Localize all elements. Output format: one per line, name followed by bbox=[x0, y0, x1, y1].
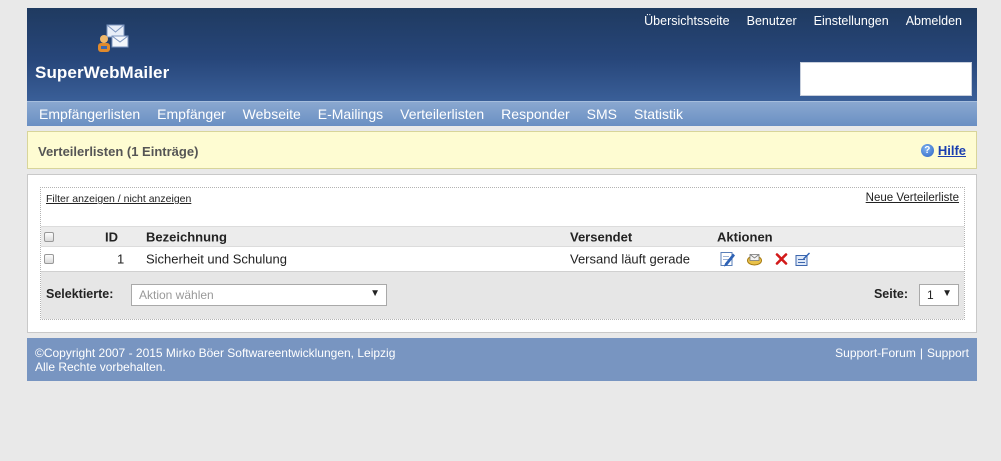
nav-recipient-lists[interactable]: Empfängerlisten bbox=[39, 106, 140, 122]
header-sent: Versendet bbox=[570, 229, 633, 244]
main-navigation: Empfängerlisten Empfänger Webseite E-Mai… bbox=[27, 101, 977, 126]
nav-emailings[interactable]: E-Mailings bbox=[318, 106, 383, 122]
table-header: ID Bezeichnung Versendet Aktionen bbox=[41, 226, 964, 247]
list-container: Filter anzeigen / nicht anzeigen Neue Ve… bbox=[40, 187, 965, 320]
copyright-text: ©Copyright 2007 - 2015 Mirko Böer Softwa… bbox=[35, 346, 396, 360]
app: Übersichtsseite Benutzer Einstellungen A… bbox=[27, 8, 977, 381]
table-footer: Selektierte: Aktion wählen ▼ Seite: 1 ▼ bbox=[41, 271, 964, 319]
help-icon[interactable]: ? bbox=[920, 144, 934, 157]
header-actions: Aktionen bbox=[717, 229, 773, 244]
help-area: ? Hilfe bbox=[920, 143, 966, 158]
bulk-action-placeholder: Aktion wählen bbox=[139, 288, 214, 302]
toggle-filter-link[interactable]: Filter anzeigen / nicht anzeigen bbox=[46, 193, 191, 205]
row-id: 1 bbox=[117, 251, 125, 267]
page-title-bar: Verteilerlisten (1 Einträge) ? Hilfe bbox=[27, 131, 977, 169]
support-link[interactable]: Support bbox=[927, 346, 969, 360]
page-title: Verteilerlisten (1 Einträge) bbox=[38, 144, 199, 159]
chevron-down-icon: ▼ bbox=[370, 288, 380, 299]
chevron-down-icon: ▼ bbox=[942, 288, 952, 299]
page-select[interactable]: 1 ▼ bbox=[919, 284, 959, 306]
topnav-settings-link[interactable]: Einstellungen bbox=[814, 14, 889, 28]
nav-distribution-lists[interactable]: Verteilerlisten bbox=[400, 106, 484, 122]
header-id: ID bbox=[105, 229, 118, 244]
mailer-logo-icon bbox=[98, 24, 129, 52]
row-actions bbox=[719, 251, 811, 268]
nav-recipients[interactable]: Empfänger bbox=[157, 106, 225, 122]
bulk-action-select[interactable]: Aktion wählen ▼ bbox=[131, 284, 387, 306]
page-label: Seite: bbox=[873, 287, 908, 301]
send-mail-icon[interactable] bbox=[746, 251, 763, 268]
support-separator: | bbox=[919, 346, 923, 360]
top-navigation: Übersichtsseite Benutzer Einstellungen A… bbox=[627, 14, 962, 28]
selected-label: Selektierte: bbox=[46, 287, 114, 301]
footer: ©Copyright 2007 - 2015 Mirko Böer Softwa… bbox=[27, 338, 977, 381]
row-name: Sicherheit und Schulung bbox=[146, 251, 287, 267]
header-search-box[interactable] bbox=[800, 62, 972, 96]
delete-icon[interactable] bbox=[773, 251, 790, 268]
content-panel: Filter anzeigen / nicht anzeigen Neue Ve… bbox=[27, 174, 977, 333]
topnav-users-link[interactable]: Benutzer bbox=[747, 14, 797, 28]
edit-icon[interactable] bbox=[719, 251, 736, 268]
nav-sms[interactable]: SMS bbox=[587, 106, 617, 122]
rights-text: Alle Rechte vorbehalten. bbox=[35, 360, 166, 374]
properties-icon[interactable] bbox=[794, 251, 811, 268]
topnav-logout-link[interactable]: Abmelden bbox=[906, 14, 962, 28]
header-name: Bezeichnung bbox=[146, 229, 227, 244]
nav-website[interactable]: Webseite bbox=[243, 106, 301, 122]
brand-title: SuperWebMailer bbox=[35, 63, 170, 82]
select-all-checkbox[interactable] bbox=[44, 231, 54, 242]
help-link[interactable]: Hilfe bbox=[938, 143, 966, 158]
support-forum-link[interactable]: Support-Forum bbox=[835, 346, 916, 360]
row-checkbox[interactable] bbox=[44, 254, 54, 264]
header: Übersichtsseite Benutzer Einstellungen A… bbox=[27, 8, 977, 101]
nav-responder[interactable]: Responder bbox=[501, 106, 570, 122]
nav-statistics[interactable]: Statistik bbox=[634, 106, 683, 122]
support-links: Support-Forum | Support bbox=[835, 346, 969, 360]
table-row: 1 Sicherheit und Schulung Versand läuft … bbox=[41, 247, 964, 271]
row-sent-status: Versand läuft gerade bbox=[570, 251, 690, 267]
topnav-overview-link[interactable]: Übersichtsseite bbox=[644, 14, 729, 28]
new-distribution-list-link[interactable]: Neue Verteilerliste bbox=[866, 192, 959, 204]
page-select-value: 1 bbox=[927, 288, 934, 302]
